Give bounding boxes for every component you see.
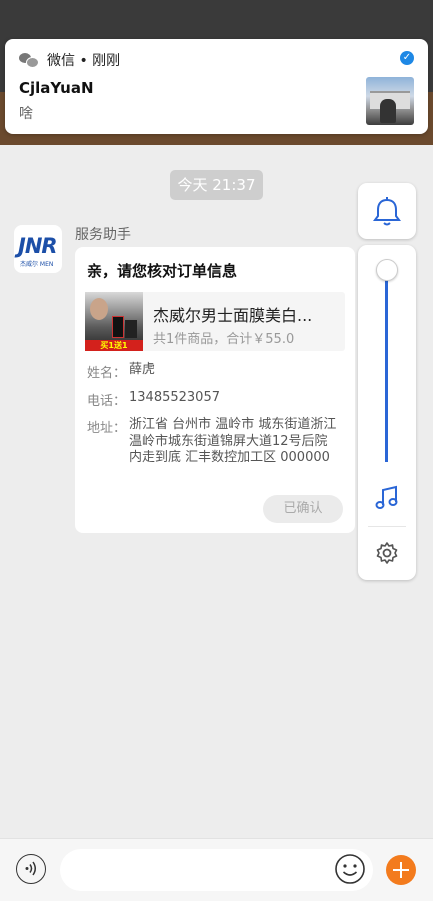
product-image: 买1送1 [85, 292, 143, 351]
product-row[interactable]: 买1送1 杰威尔男士面膜美白... 共1件商品，合计￥55.0 [85, 292, 345, 351]
avatar[interactable]: JNR 杰威尔 MEN [14, 225, 62, 273]
gear-icon[interactable] [375, 541, 399, 565]
name-value: 薛虎 [129, 362, 156, 377]
phone-row: 电话： 13485523057 [87, 390, 339, 409]
bell-icon [373, 197, 401, 226]
address-value: 浙江省 台州市 温岭市 城东街道浙江温岭市城东街道锦屏大道12号后院内走到底 汇… [129, 417, 337, 465]
music-note-icon[interactable] [375, 485, 399, 511]
product-summary: 共1件商品，合计￥55.0 [153, 332, 295, 347]
address-label: 地址： [87, 421, 127, 436]
emoji-icon [335, 854, 365, 884]
order-card[interactable]: 亲，请您核对订单信息 买1送1 杰威尔男士面膜美白... 共1件商品，合计￥55… [75, 247, 355, 533]
phone-label: 电话： [87, 394, 127, 409]
notification-message: 啥 [19, 106, 33, 122]
sender-name: 服务助手 [75, 227, 131, 243]
panel-divider [368, 526, 406, 527]
more-button[interactable] [386, 855, 416, 885]
message-timestamp: 今天 21:37 [170, 170, 263, 200]
message-input[interactable] [60, 849, 373, 891]
product-name: 杰威尔男士面膜美白... [153, 306, 313, 325]
avatar-logo-sub: 杰威尔 MEN [20, 261, 54, 268]
verified-icon: ✓ [400, 51, 414, 65]
confirmed-button[interactable]: 已确认 [263, 495, 343, 523]
phone-value: 13485523057 [129, 390, 220, 405]
voice-input-button[interactable] [16, 854, 46, 884]
wechat-icon [19, 52, 39, 68]
product-badge: 买1送1 [85, 340, 143, 351]
input-bar [0, 838, 433, 901]
notification-sender: CjlaYuaN [19, 79, 94, 97]
notification-bell-button[interactable] [358, 183, 416, 239]
notification-app-label: 微信 • 刚刚 [47, 53, 121, 69]
emoji-button[interactable] [334, 853, 366, 885]
voice-icon [25, 861, 36, 876]
notification-app-row: 微信 • 刚刚 [19, 50, 120, 70]
name-row: 姓名： 薛虎 [87, 362, 339, 381]
volume-slider-track[interactable] [385, 269, 388, 462]
wechat-notification[interactable]: 微信 • 刚刚 ✓ CjlaYuaN 啥 [5, 39, 428, 134]
name-label: 姓名： [87, 366, 127, 381]
order-card-title: 亲，请您核对订单信息 [87, 262, 238, 280]
address-row: 地址： 浙江省 台州市 温岭市 城东街道浙江温岭市城东街道锦屏大道12号后院内走… [87, 417, 339, 467]
volume-slider-knob[interactable] [376, 259, 398, 281]
volume-panel [358, 245, 416, 580]
avatar-logo: JNR [18, 234, 58, 258]
notification-thumbnail [366, 77, 414, 125]
plus-icon [393, 862, 409, 878]
